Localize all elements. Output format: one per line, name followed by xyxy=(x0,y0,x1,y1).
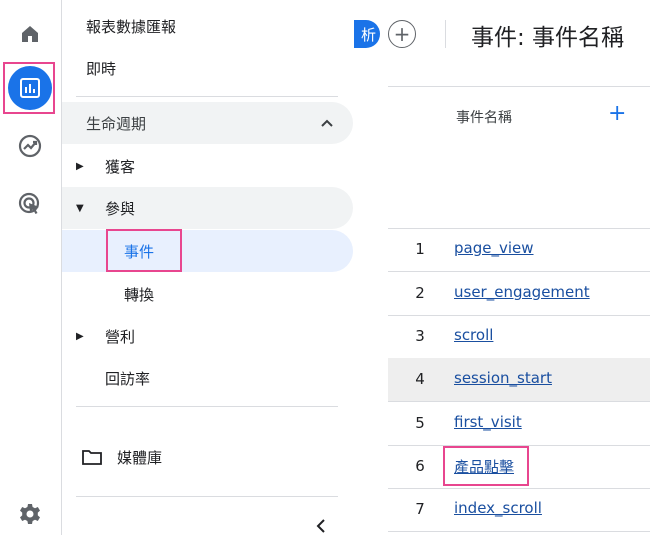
table-row: 4 session_start xyxy=(388,358,650,402)
nav-label: 報表數據匯報 xyxy=(86,17,177,36)
nav-label: 獲客 xyxy=(105,157,136,176)
product-click-highlight xyxy=(443,446,529,486)
home-icon xyxy=(22,26,38,42)
event-name-link[interactable]: session_start xyxy=(454,369,552,387)
nav-library[interactable]: 媒體庫 xyxy=(62,436,353,478)
caret-right-icon: ▶ xyxy=(76,330,84,342)
event-name-link[interactable]: page_view xyxy=(454,239,534,257)
target-cursor-icon xyxy=(18,192,40,214)
row-rank: 5 xyxy=(415,414,425,432)
row-rank: 1 xyxy=(415,240,425,258)
table-header: 事件名稱 + xyxy=(388,86,650,229)
column-header-event-name[interactable]: 事件名稱 xyxy=(456,107,512,127)
nav-reports-snapshot[interactable]: 報表數據匯報 xyxy=(62,5,353,47)
nav-label: 轉換 xyxy=(124,285,155,304)
nav-label: 參與 xyxy=(105,199,136,218)
nav-acquisition[interactable]: ▶ 獲客 xyxy=(62,145,353,187)
nav-engagement[interactable]: ▼ 參與 xyxy=(62,187,353,229)
nav-monetization[interactable]: ▶ 營利 xyxy=(62,315,353,357)
nav-realtime[interactable]: 即時 xyxy=(62,47,353,89)
event-name-link[interactable]: index_scroll xyxy=(454,499,542,517)
table-row: 7 index_scroll xyxy=(388,488,650,532)
page-title: 事件: 事件名稱 xyxy=(471,25,625,51)
row-rank: 2 xyxy=(415,284,425,302)
nav-label: 營利 xyxy=(105,327,136,346)
table-row: 2 user_engagement xyxy=(388,272,650,316)
nav-label: 生命週期 xyxy=(86,114,147,133)
chevron-up-icon xyxy=(321,119,333,127)
explore-button[interactable] xyxy=(8,124,52,168)
row-rank: 7 xyxy=(415,500,425,518)
row-rank: 6 xyxy=(415,457,425,475)
explore-trend-icon xyxy=(18,134,42,158)
advertising-button[interactable] xyxy=(8,182,52,226)
nav-conversions[interactable]: 轉換 xyxy=(62,273,353,315)
nav-label: 即時 xyxy=(86,59,117,78)
row-rank: 3 xyxy=(415,327,425,345)
event-name-link[interactable]: scroll xyxy=(454,326,493,344)
row-rank: 4 xyxy=(415,370,425,388)
report-nav: 報表數據匯報 即時 生命週期 ▶ 獲客 ▼ 參與 事件 轉換 ▶ 營利 回訪率 … xyxy=(62,0,362,535)
divider xyxy=(445,20,446,48)
reports-button[interactable] xyxy=(8,66,52,110)
settings-button[interactable] xyxy=(8,492,52,536)
divider xyxy=(76,406,338,407)
nav-label: 回訪率 xyxy=(105,369,151,388)
event-name-link[interactable]: first_visit xyxy=(454,413,522,431)
table-row: 5 first_visit xyxy=(388,402,650,446)
caret-right-icon: ▶ xyxy=(76,160,84,172)
folder-icon xyxy=(82,450,102,465)
caret-down-icon: ▼ xyxy=(76,202,84,214)
divider xyxy=(76,496,338,497)
event-name-link[interactable]: user_engagement xyxy=(454,283,590,301)
nav-retention[interactable]: 回訪率 xyxy=(62,357,353,399)
left-rail xyxy=(0,0,62,535)
add-dimension-button[interactable]: + xyxy=(608,101,626,126)
events-highlight xyxy=(106,229,182,272)
add-comparison-button[interactable]: + xyxy=(388,20,416,48)
divider xyxy=(76,96,338,97)
nav-label: 媒體庫 xyxy=(117,448,163,467)
gear-icon xyxy=(20,504,40,524)
nav-section-lifecycle[interactable]: 生命週期 xyxy=(62,102,353,144)
home-button[interactable] xyxy=(8,12,52,56)
table-row: 3 scroll xyxy=(388,315,650,359)
table-row: 1 page_view xyxy=(388,228,650,272)
collapse-chevron-icon[interactable] xyxy=(314,518,328,534)
comparison-chip[interactable]: 析 xyxy=(354,20,380,48)
bar-chart-icon xyxy=(20,78,40,98)
report-header: 析 + 事件: 事件名稱 xyxy=(354,0,650,70)
